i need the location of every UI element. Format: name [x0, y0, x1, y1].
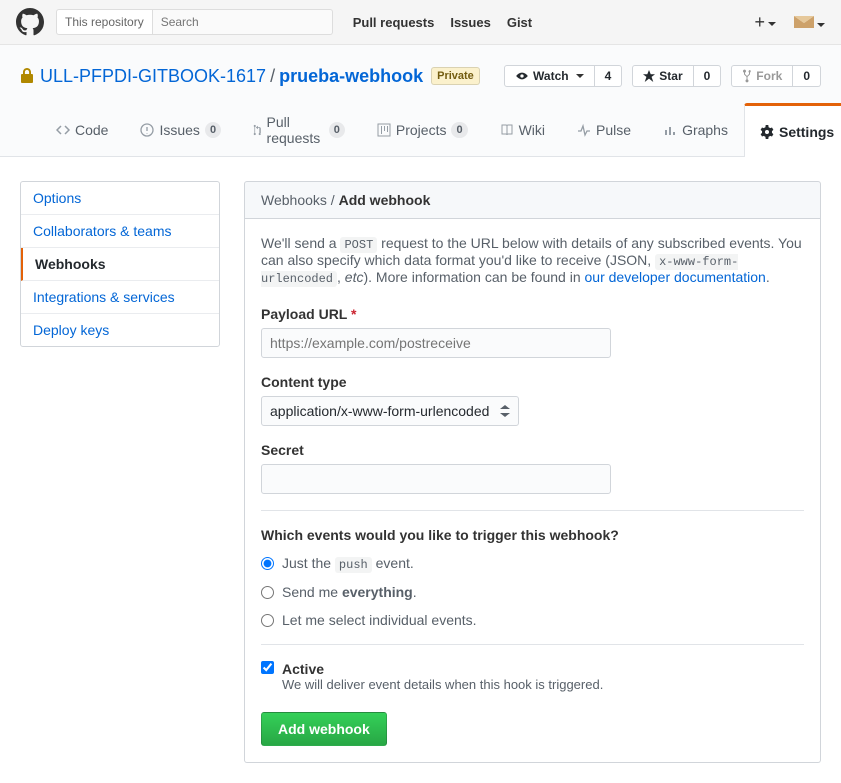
watch-button[interactable]: Watch — [504, 65, 595, 87]
repo-title: ULL-PFPDI-GITBOOK-1617 / prueba-webhook … — [20, 65, 821, 87]
inbox-icon — [794, 13, 814, 29]
watch-count[interactable]: 4 — [595, 65, 623, 87]
lock-icon — [20, 68, 34, 84]
radio-push-label[interactable]: Just the push event. — [282, 555, 414, 572]
github-logo-icon[interactable] — [16, 8, 44, 36]
docs-link[interactable]: our developer documentation — [585, 269, 766, 285]
visibility-badge: Private — [431, 67, 480, 85]
eye-icon — [515, 71, 529, 81]
breadcrumb-current: Add webhook — [339, 192, 431, 208]
code-icon — [56, 123, 70, 137]
radio-everything[interactable] — [261, 586, 274, 599]
active-label: Active — [282, 661, 603, 677]
tab-graphs[interactable]: Graphs — [647, 103, 744, 156]
tab-issues[interactable]: Issues0 — [124, 103, 237, 156]
content-type-label: Content type — [261, 374, 804, 390]
radio-individual-label[interactable]: Let me select individual events. — [282, 612, 477, 628]
tab-pulse[interactable]: Pulse — [561, 103, 647, 156]
nav-gist[interactable]: Gist — [507, 15, 532, 30]
sidebar-item-options[interactable]: Options — [21, 182, 219, 215]
fork-icon — [742, 69, 752, 83]
sidebar-item-integrations[interactable]: Integrations & services — [21, 281, 219, 314]
tab-wiki[interactable]: Wiki — [484, 103, 561, 156]
tab-settings[interactable]: Settings — [744, 103, 841, 157]
active-desc: We will deliver event details when this … — [282, 677, 603, 692]
secret-label: Secret — [261, 442, 804, 458]
repo-actions: Watch 4 Star 0 Fork 0 — [504, 65, 821, 87]
active-checkbox[interactable] — [261, 661, 274, 674]
star-group: Star 0 — [632, 65, 721, 87]
top-nav: Pull requests Issues Gist — [353, 15, 532, 30]
new-menu[interactable]: + — [754, 12, 776, 33]
pr-icon — [253, 123, 261, 137]
radio-everything-label[interactable]: Send me everything. — [282, 584, 417, 600]
sidebar-item-webhooks[interactable]: Webhooks — [21, 248, 219, 281]
issue-icon — [140, 123, 154, 137]
nav-pull-requests[interactable]: Pull requests — [353, 15, 435, 30]
content-type-select[interactable]: application/x-www-form-urlencoded — [261, 396, 519, 426]
fork-group: Fork 0 — [731, 65, 821, 87]
project-icon — [377, 123, 391, 137]
inbox-menu[interactable] — [794, 13, 825, 32]
reponav: Code Issues0 Pull requests0 Projects0 Wi… — [20, 103, 821, 156]
events-heading: Which events would you like to trigger t… — [261, 527, 804, 543]
pulls-count: 0 — [329, 122, 345, 138]
tab-projects[interactable]: Projects0 — [361, 103, 484, 156]
payload-url-input[interactable] — [261, 328, 611, 358]
repo-separator: / — [270, 66, 275, 87]
pulse-icon — [577, 123, 591, 137]
gear-icon — [760, 125, 774, 139]
breadcrumb-parent[interactable]: Webhooks — [261, 192, 327, 208]
issues-count: 0 — [205, 122, 221, 138]
settings-container: Options Collaborators & teams Webhooks I… — [0, 157, 841, 783]
search-scope[interactable]: This repository — [56, 9, 153, 35]
tab-pulls[interactable]: Pull requests0 — [237, 103, 361, 156]
divider — [261, 644, 804, 645]
star-count[interactable]: 0 — [694, 65, 722, 87]
projects-count: 0 — [451, 122, 467, 138]
star-button[interactable]: Star — [632, 65, 693, 87]
nav-issues[interactable]: Issues — [450, 15, 490, 30]
payload-url-label: Payload URL * — [261, 306, 804, 322]
sidebar-item-deploy-keys[interactable]: Deploy keys — [21, 314, 219, 346]
fork-count[interactable]: 0 — [793, 65, 821, 87]
breadcrumb: Webhooks / Add webhook — [244, 181, 821, 219]
repo-name-link[interactable]: prueba-webhook — [279, 66, 423, 87]
radio-individual[interactable] — [261, 614, 274, 627]
search-input[interactable] — [153, 9, 333, 35]
settings-menu: Options Collaborators & teams Webhooks I… — [20, 181, 220, 347]
secret-input[interactable] — [261, 464, 611, 494]
topbar: This repository Pull requests Issues Gis… — [0, 0, 841, 45]
add-webhook-button[interactable]: Add webhook — [261, 712, 387, 746]
divider — [261, 510, 804, 511]
star-icon — [643, 70, 655, 82]
topbar-right: + — [754, 12, 825, 33]
watch-group: Watch 4 — [504, 65, 622, 87]
content: Webhooks / Add webhook We'll send a POST… — [244, 181, 821, 763]
webhook-form-box: We'll send a POST request to the URL bel… — [244, 219, 821, 763]
radio-push[interactable] — [261, 557, 274, 570]
book-icon — [500, 123, 514, 137]
sidebar-item-collaborators[interactable]: Collaborators & teams — [21, 215, 219, 248]
help-text: We'll send a POST request to the URL bel… — [261, 235, 804, 286]
repo-owner-link[interactable]: ULL-PFPDI-GITBOOK-1617 — [40, 66, 266, 87]
repohead: ULL-PFPDI-GITBOOK-1617 / prueba-webhook … — [0, 45, 841, 157]
plus-icon: + — [754, 12, 765, 32]
tab-code[interactable]: Code — [40, 103, 124, 156]
graph-icon — [663, 123, 677, 137]
fork-button[interactable]: Fork — [731, 65, 793, 87]
